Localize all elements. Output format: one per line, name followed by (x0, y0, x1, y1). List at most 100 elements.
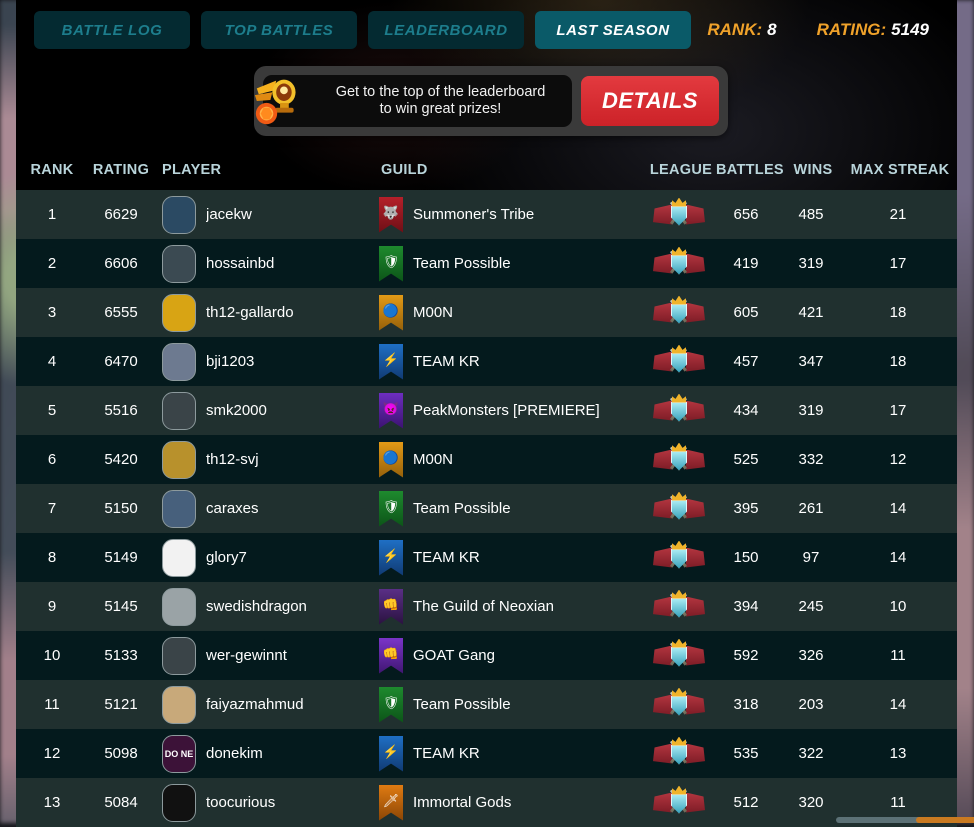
cell-player[interactable]: glory7 (154, 538, 379, 577)
cell-player[interactable]: DO NE donekim (154, 734, 379, 773)
player-name: faiyazmahmud (206, 696, 304, 713)
cell-battles: 419 (733, 255, 759, 272)
table-row[interactable]: 3 6555 th12-gallardo 🔵 M00N 605 421 18 (16, 288, 957, 337)
table-row[interactable]: 11 5121 faiyazmahmud 🛡 Team Possible 318 203 14 (16, 680, 957, 729)
table-row[interactable]: 8 5149 glory7 ⚡ TEAM KR 150 97 14 (16, 533, 957, 582)
cell-wins: 261 (798, 500, 824, 517)
cell-guild[interactable]: 🐺 Summoner's Tribe (379, 196, 644, 233)
guild-banner-icon: 🛡 (379, 490, 403, 527)
guild-name: Team Possible (413, 500, 511, 517)
table-row[interactable]: 9 5145 swedishdragon 👊 The Guild of Neoxian 3… (16, 582, 957, 631)
table-row[interactable]: 7 5150 caraxes 🛡 Team Possible 395 261 14 (16, 484, 957, 533)
guild-banner-icon: 🗡 (379, 784, 403, 821)
cell-player[interactable]: jacekw (154, 195, 379, 234)
guild-name: Immortal Gods (413, 794, 512, 811)
guild-name: Team Possible (413, 696, 511, 713)
cell-rating: 6555 (104, 304, 138, 321)
cell-guild[interactable]: 👊 The Guild of Neoxian (379, 588, 644, 625)
cell-rating: 6470 (104, 353, 138, 370)
avatar (162, 440, 196, 479)
cell-player[interactable]: bji1203 (154, 342, 379, 381)
player-name: swedishdragon (206, 598, 307, 615)
table-row[interactable]: 5 5516 smk2000 👿 PeakMonsters [PREMIERE] 434 3… (16, 386, 957, 435)
guild-banner-icon: 👊 (379, 588, 403, 625)
champion-league-icon (653, 687, 705, 722)
avatar: DO NE (162, 734, 196, 773)
guild-banner-icon: 🐺 (379, 196, 403, 233)
player-name: wer-gewinnt (206, 647, 287, 664)
player-name: glory7 (206, 549, 247, 566)
table-row[interactable]: 4 6470 bji1203 ⚡ TEAM KR 457 347 18 (16, 337, 957, 386)
player-name: hossainbd (206, 255, 275, 272)
cell-player[interactable]: toocurious (154, 783, 379, 822)
guild-name: M00N (413, 451, 454, 468)
cell-battles: 434 (733, 402, 759, 419)
player-name: caraxes (206, 500, 259, 517)
rating-value: 5149 (891, 20, 929, 39)
column-header-player: PLAYER (162, 162, 222, 178)
table-row[interactable]: 10 5133 wer-gewinnt 👊 GOAT Gang 592 326 11 (16, 631, 957, 680)
player-name: smk2000 (206, 402, 267, 419)
cell-rank: 2 (47, 255, 57, 272)
champion-league-icon (653, 344, 705, 379)
champion-league-icon (653, 736, 705, 771)
cell-rating: 5150 (104, 500, 138, 517)
cell-guild[interactable]: 🗡 Immortal Gods (379, 784, 644, 821)
cell-guild[interactable]: ⚡ TEAM KR (379, 343, 644, 380)
champion-league-icon (653, 197, 705, 232)
cell-battles: 512 (733, 794, 759, 811)
table-row[interactable]: 1 6629 jacekw 🐺 Summoner's Tribe 656 485 21 (16, 190, 957, 239)
champion-league-icon (653, 442, 705, 477)
rank-value: 8 (767, 20, 777, 39)
table-row[interactable]: 12 5098 DO NE donekim ⚡ TEAM KR 535 322 13 (16, 729, 957, 778)
tab-battle-log[interactable]: BATTLE LOG (34, 11, 190, 49)
cell-league (644, 687, 714, 722)
cell-player[interactable]: smk2000 (154, 391, 379, 430)
cell-player[interactable]: wer-gewinnt (154, 636, 379, 675)
cell-player[interactable]: caraxes (154, 489, 379, 528)
cell-guild[interactable]: 🛡 Team Possible (379, 245, 644, 282)
guild-name: TEAM KR (413, 353, 480, 370)
cell-guild[interactable]: ⚡ TEAM KR (379, 539, 644, 576)
cell-battles: 525 (733, 451, 759, 468)
cell-rank: 8 (47, 549, 57, 566)
cell-guild[interactable]: 🛡 Team Possible (379, 490, 644, 527)
cell-rating: 5516 (104, 402, 138, 419)
cell-wins: 319 (798, 402, 824, 419)
cell-player[interactable]: swedishdragon (154, 587, 379, 626)
cell-wins: 485 (798, 206, 824, 223)
horizontal-scrollbar[interactable] (16, 817, 974, 823)
cell-guild[interactable]: 👿 PeakMonsters [PREMIERE] (379, 392, 644, 429)
tab-top-battles[interactable]: TOP BATTLES (201, 11, 357, 49)
cell-player[interactable]: hossainbd (154, 244, 379, 283)
tab-leaderboard[interactable]: LEADERBOARD (368, 11, 524, 49)
cell-player[interactable]: th12-svj (154, 440, 379, 479)
guild-name: TEAM KR (413, 549, 480, 566)
avatar (162, 391, 196, 430)
cell-guild[interactable]: 🔵 M00N (379, 441, 644, 478)
cell-league (644, 589, 714, 624)
cell-battles: 394 (733, 598, 759, 615)
details-button[interactable]: DETAILS (581, 76, 719, 126)
cell-guild[interactable]: ⚡ TEAM KR (379, 735, 644, 772)
cell-league (644, 344, 714, 379)
avatar (162, 587, 196, 626)
scrollbar-thumb[interactable] (916, 817, 974, 823)
cell-guild[interactable]: 👊 GOAT Gang (379, 637, 644, 674)
player-name: bji1203 (206, 353, 255, 370)
table-row[interactable]: 2 6606 hossainbd 🛡 Team Possible 419 319 17 (16, 239, 957, 288)
cell-player[interactable]: th12-gallardo (154, 293, 379, 332)
guild-name: PeakMonsters [PREMIERE] (413, 402, 600, 419)
column-header-max-streak: MAX STREAK (850, 162, 950, 178)
cell-guild[interactable]: 🔵 M00N (379, 294, 644, 331)
player-name: th12-gallardo (206, 304, 294, 321)
tab-last-season[interactable]: LAST SEASON (535, 11, 691, 49)
table-row[interactable]: 6 5420 th12-svj 🔵 M00N 525 332 12 (16, 435, 957, 484)
cell-player[interactable]: faiyazmahmud (154, 685, 379, 724)
cell-rank: 6 (47, 451, 57, 468)
cell-guild[interactable]: 🛡 Team Possible (379, 686, 644, 723)
column-header-guild: GUILD (381, 162, 428, 178)
cell-max-streak: 14 (889, 549, 907, 566)
champion-league-icon (653, 785, 705, 820)
column-header-rank: RANK (30, 162, 74, 178)
